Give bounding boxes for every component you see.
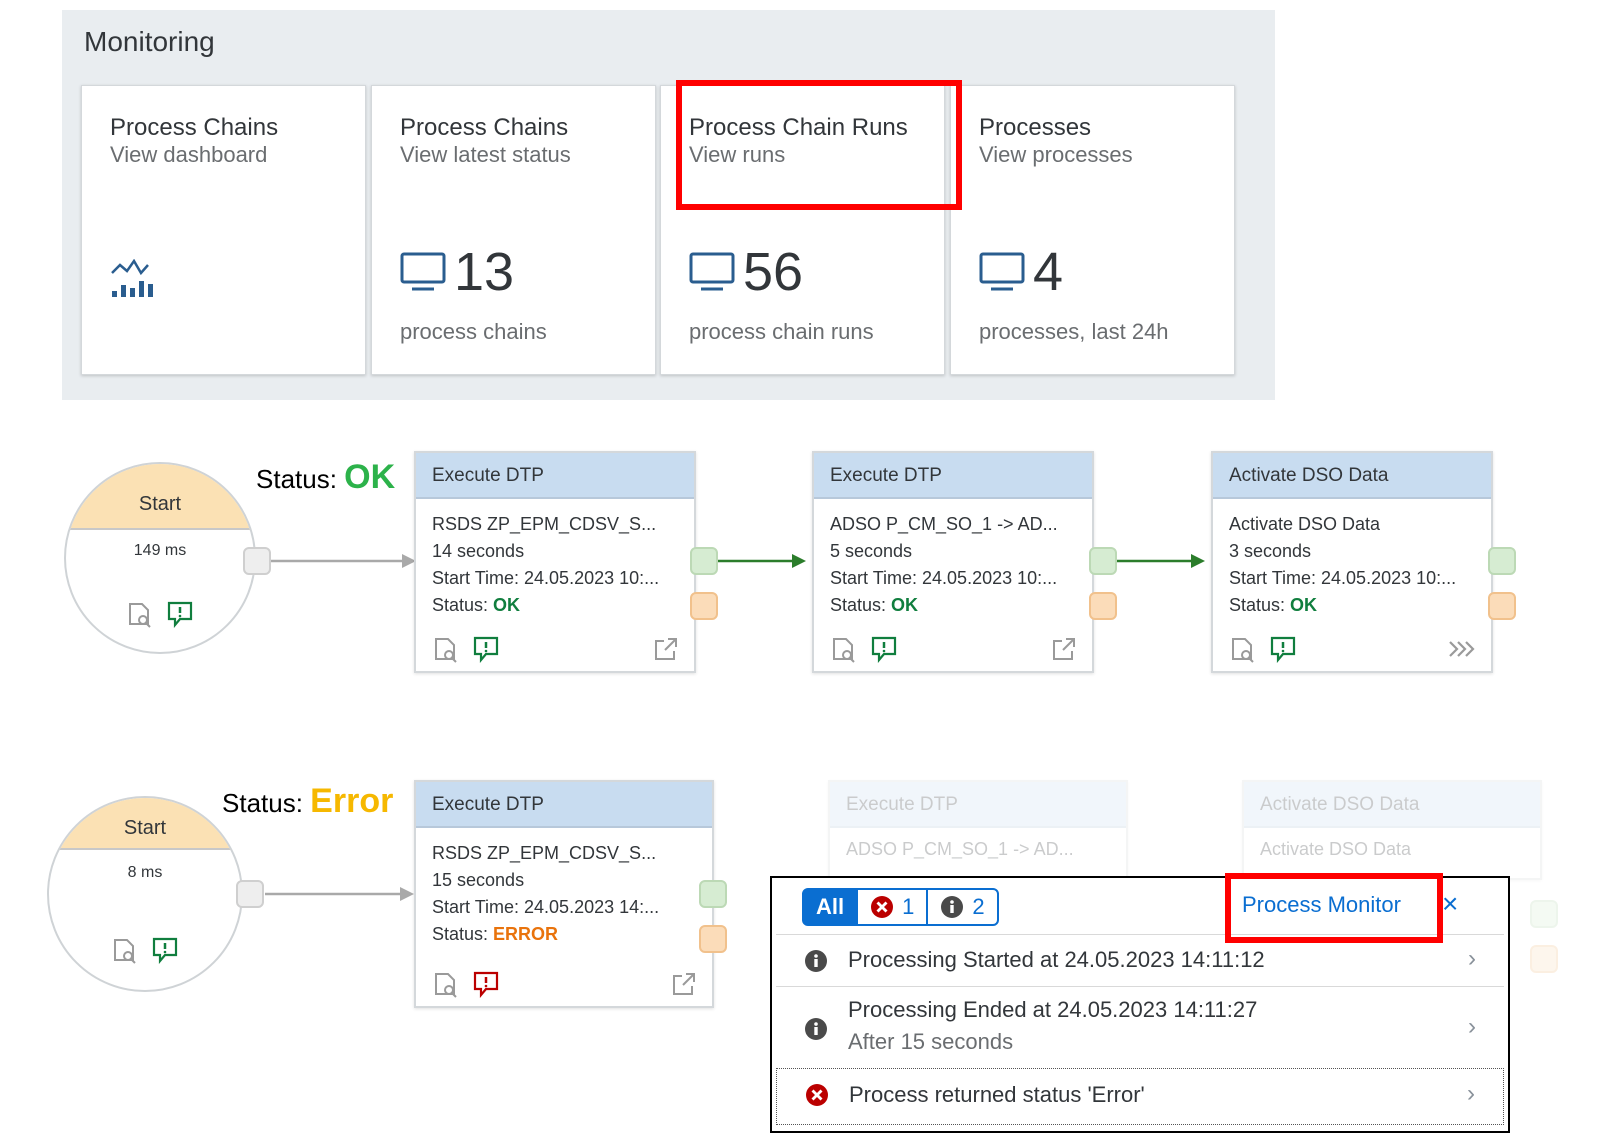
message-icon[interactable]: [151, 936, 179, 964]
status-label: Status:: [1229, 595, 1286, 615]
status-label: Status:: [830, 595, 887, 615]
node-line3: Start Time: 24.05.2023 10:...: [1229, 568, 1457, 588]
share-icon[interactable]: [652, 635, 680, 663]
message-icon[interactable]: [1269, 635, 1297, 663]
filter-info-count: 2: [972, 894, 985, 919]
status-value: OK: [1290, 595, 1318, 615]
node-details: ADSO P_CM_SO_1 -> AD... 5 seconds Start …: [830, 511, 1058, 619]
status-label: Status:: [432, 924, 489, 944]
start-label: Start: [49, 798, 241, 850]
port-error[interactable]: [1488, 592, 1516, 620]
message-filter-bar: All 1 2: [802, 888, 999, 926]
chevron-right-icon: ›: [1468, 945, 1476, 972]
filter-all-label: All: [816, 894, 845, 919]
port-error[interactable]: [699, 925, 727, 953]
message-error-icon[interactable]: [472, 970, 500, 998]
port-out[interactable]: [236, 880, 264, 908]
message-text: Processing Started at 24.05.2023 14:11:1…: [848, 947, 1265, 972]
start-node-error[interactable]: Start 8 ms: [47, 796, 243, 992]
process-node-execute-dtp-2[interactable]: Execute DTP ADSO P_CM_SO_1 -> AD... 5 se…: [812, 451, 1094, 673]
info-icon: [805, 950, 827, 972]
filter-errors-count: 1: [902, 894, 915, 919]
status-value: OK: [493, 595, 521, 615]
process-node-activate-dso[interactable]: Activate DSO Data Activate DSO Data 3 se…: [1211, 451, 1493, 673]
message-item-error[interactable]: Process returned status 'Error' ›: [776, 1068, 1504, 1125]
port-ok[interactable]: [1488, 547, 1516, 575]
node-line1: RSDS ZP_EPM_CDSV_S...: [432, 514, 657, 534]
message-subtext: After 15 seconds: [848, 1029, 1014, 1054]
document-search-icon[interactable]: [1229, 635, 1257, 663]
message-text: Process returned status 'Error': [849, 1082, 1145, 1107]
start-duration: 8 ms: [127, 864, 163, 881]
error-icon: [806, 1084, 828, 1106]
chevron-right-icon: ›: [1468, 1013, 1476, 1040]
port-error[interactable]: [690, 592, 718, 620]
status-label: Status:: [432, 595, 489, 615]
process-node-faded-1: Execute DTP ADSO P_CM_SO_1 -> AD...: [828, 780, 1128, 880]
status-value: ERROR: [493, 924, 559, 944]
port-ok[interactable]: [1089, 547, 1117, 575]
node-title: Activate DSO Data: [1213, 453, 1491, 499]
info-icon: [805, 1018, 827, 1040]
node-details: Activate DSO Data 3 seconds Start Time: …: [1229, 511, 1456, 619]
chevron-right-icon: ›: [1467, 1080, 1475, 1107]
node-details: RSDS ZP_EPM_CDSV_S... 14 seconds Start T…: [432, 511, 659, 619]
node-line2: 15 seconds: [432, 870, 525, 890]
port-error[interactable]: [1089, 592, 1117, 620]
share-icon[interactable]: [670, 970, 698, 998]
node-actions: [1229, 635, 1297, 663]
share-icon[interactable]: [1050, 635, 1078, 663]
message-item[interactable]: Processing Ended at 24.05.2023 14:11:27 …: [776, 986, 1504, 1069]
status-error-caption: Status: Error: [222, 782, 393, 821]
status-error-value: Error: [310, 782, 394, 820]
status-value: OK: [891, 595, 919, 615]
node-line3: Start Time: 24.05.2023 10:...: [830, 568, 1058, 588]
node-line2: 5 seconds: [830, 541, 913, 561]
highlight-process-monitor: [1225, 873, 1443, 943]
node-line1: ADSO P_CM_SO_1 -> AD...: [830, 514, 1058, 534]
error-icon: [871, 896, 894, 918]
process-node-execute-dtp-1[interactable]: Execute DTP RSDS ZP_EPM_CDSV_S... 14 sec…: [414, 451, 696, 673]
node-title: Execute DTP: [416, 782, 712, 828]
start-icons: [111, 936, 179, 964]
filter-all-button[interactable]: All: [802, 888, 859, 926]
document-search-icon[interactable]: [432, 970, 460, 998]
process-node-faded-2: Activate DSO Data Activate DSO Data: [1242, 780, 1542, 880]
message-icon[interactable]: [472, 635, 500, 663]
close-icon[interactable]: ×: [1442, 888, 1458, 920]
node-line1: ADSO P_CM_SO_1 -> AD...: [846, 839, 1074, 859]
document-search-icon[interactable]: [830, 635, 858, 663]
node-line3: Start Time: 24.05.2023 14:...: [432, 897, 660, 917]
node-line1: Activate DSO Data: [1229, 514, 1381, 534]
node-title: Execute DTP: [814, 453, 1092, 499]
info-icon: [941, 896, 964, 918]
node-title: Execute DTP: [830, 782, 1126, 828]
port-error-faded: [1530, 945, 1558, 973]
port-ok[interactable]: [690, 547, 718, 575]
message-text: Processing Ended at 24.05.2023 14:11:27: [848, 997, 1258, 1022]
document-search-icon[interactable]: [432, 635, 460, 663]
node-actions: [432, 635, 500, 663]
node-line1: RSDS ZP_EPM_CDSV_S...: [432, 843, 657, 863]
expand-chevrons-icon[interactable]: [1447, 635, 1477, 663]
port-ok-faded: [1530, 900, 1558, 928]
filter-errors-button[interactable]: 1: [856, 888, 929, 926]
node-line2: 14 seconds: [432, 541, 525, 561]
node-actions: [830, 635, 898, 663]
node-line1: Activate DSO Data: [1260, 839, 1412, 859]
process-node-execute-dtp-error[interactable]: Execute DTP RSDS ZP_EPM_CDSV_S... 15 sec…: [414, 780, 714, 1008]
node-title: Activate DSO Data: [1244, 782, 1540, 828]
node-line2: 3 seconds: [1229, 541, 1312, 561]
port-ok[interactable]: [699, 880, 727, 908]
message-icon[interactable]: [870, 635, 898, 663]
node-actions: [432, 970, 500, 998]
node-line3: Start Time: 24.05.2023 10:...: [432, 568, 660, 588]
node-title: Execute DTP: [416, 453, 694, 499]
node-details: RSDS ZP_EPM_CDSV_S... 15 seconds Start T…: [432, 840, 659, 948]
filter-info-button[interactable]: 2: [926, 888, 999, 926]
document-search-icon[interactable]: [111, 936, 139, 964]
